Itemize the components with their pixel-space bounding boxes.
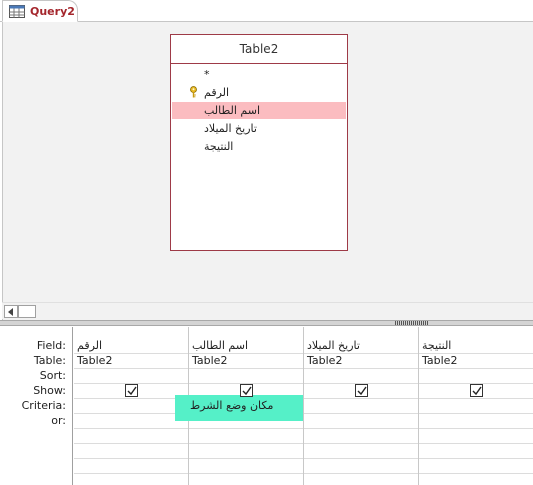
field-list-item-label: الرقم: [204, 86, 230, 99]
grid-cell-table[interactable]: Table2: [422, 354, 457, 367]
grid-cell-field[interactable]: اسم الطالب: [192, 339, 248, 352]
grid-cell-field[interactable]: الرقم: [77, 339, 102, 352]
field-list-title[interactable]: Table2: [171, 42, 347, 56]
row-label-sort: Sort:: [39, 369, 66, 382]
scroll-left-button[interactable]: [4, 305, 18, 318]
field-list-table2[interactable]: Table2 * الرقم اسم الطالب تاريخ الميلاد …: [170, 34, 348, 251]
grid-cell-field[interactable]: النتيجة: [422, 339, 451, 352]
scroll-thumb[interactable]: [18, 305, 36, 318]
field-list-item-label: *: [204, 68, 210, 81]
field-list-item-all[interactable]: *: [172, 66, 346, 83]
row-label-or: or:: [51, 414, 66, 427]
grid-cell-criteria[interactable]: مكان وضع الشرط: [190, 399, 273, 412]
column-divider[interactable]: [303, 327, 304, 485]
field-list-item[interactable]: تاريخ الميلاد: [172, 120, 346, 137]
query-design-grid[interactable]: Field: Table: Sort: Show: Criteria: or: …: [0, 327, 533, 485]
field-list-item-selected[interactable]: اسم الطالب: [172, 102, 346, 119]
checkmark-icon: [357, 386, 367, 396]
tab-label: Query2: [30, 5, 75, 18]
field-list-item-label: النتيجة: [204, 140, 234, 153]
grid-cell-table[interactable]: Table2: [77, 354, 112, 367]
checkmark-icon: [472, 386, 482, 396]
splitter-grip-icon[interactable]: [395, 321, 429, 325]
pane-splitter[interactable]: [0, 320, 533, 326]
field-list-item-label: اسم الطالب: [204, 104, 261, 117]
field-list-title-divider: [171, 63, 347, 64]
row-label-show: Show:: [33, 384, 66, 397]
row-label-criteria: Criteria:: [21, 399, 66, 412]
field-list-item[interactable]: النتيجة: [172, 138, 346, 155]
horizontal-scrollbar[interactable]: [2, 302, 533, 319]
grid-cell-table[interactable]: Table2: [192, 354, 227, 367]
show-checkbox[interactable]: [355, 384, 368, 397]
grid-cell-table[interactable]: Table2: [307, 354, 342, 367]
show-checkbox[interactable]: [240, 384, 253, 397]
column-divider[interactable]: [418, 327, 419, 485]
row-label-field: Field:: [36, 339, 66, 352]
row-label-table: Table:: [33, 354, 66, 367]
field-list-item-label: تاريخ الميلاد: [204, 122, 257, 135]
checkmark-icon: [242, 386, 252, 396]
document-tab-bar: Query2: [0, 0, 533, 22]
grid-row-labels: Field: Table: Sort: Show: Criteria: or:: [0, 327, 73, 485]
field-list-item-key[interactable]: الرقم: [172, 84, 346, 101]
grid-cell-field[interactable]: تاريخ الميلاد: [307, 339, 360, 352]
query-icon: [9, 5, 25, 18]
primary-key-icon: [190, 86, 197, 98]
show-checkbox[interactable]: [470, 384, 483, 397]
query-design-upper-pane[interactable]: Table2 * الرقم اسم الطالب تاريخ الميلاد …: [2, 22, 533, 321]
tab-query2[interactable]: Query2: [2, 0, 78, 22]
show-checkbox[interactable]: [125, 384, 138, 397]
arrow-left-icon: [8, 308, 13, 316]
checkmark-icon: [127, 386, 137, 396]
